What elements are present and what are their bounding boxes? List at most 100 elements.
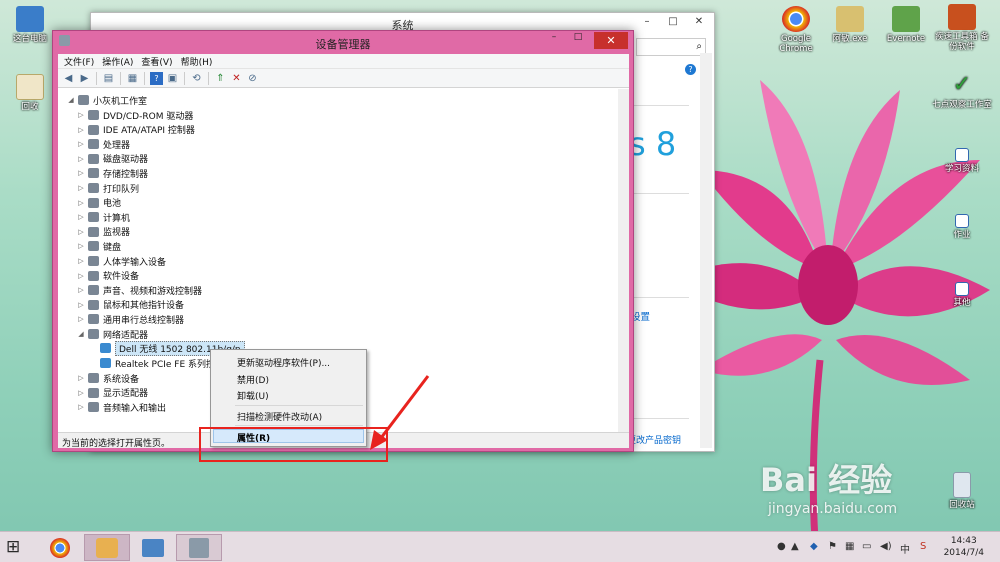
tree-category[interactable]: ▷ 监视器 [76,225,130,239]
qq-icon[interactable]: ● [777,541,786,552]
collapse-arrow-icon[interactable]: ◢ [66,96,76,104]
start-button[interactable]: ⊞ [6,537,20,557]
expand-arrow-icon[interactable]: ▷ [76,184,86,192]
expand-arrow-icon[interactable]: ▷ [76,272,86,280]
expand-arrow-icon[interactable]: ▷ [76,242,86,250]
menu-file[interactable]: 文件(F) [64,55,94,68]
tree-category[interactable]: ▷ 人体学输入设备 [76,254,166,268]
network-adapter-icon [100,343,111,353]
show-hide-tree-icon[interactable]: ▤ [102,72,115,85]
taskbar-chrome[interactable] [37,534,83,561]
search-icon: ⌕ [696,41,702,52]
expand-arrow-icon[interactable]: ▷ [76,213,86,221]
menu-help[interactable]: 帮助(H) [181,55,213,68]
tree-category[interactable]: ▷ 键盘 [76,239,121,253]
battery-icon[interactable]: ▭ [862,541,871,552]
tree-category[interactable]: ▷ 声音、视频和游戏控制器 [76,283,202,297]
taskbar-people[interactable] [84,534,130,561]
help-icon[interactable]: ? [685,64,696,75]
tree-category[interactable]: ▷ 计算机 [76,210,130,224]
expand-arrow-icon[interactable]: ▷ [76,140,86,148]
tree-category[interactable]: ◢ 网络适配器 [76,327,148,341]
security-icon[interactable]: ◆ [810,541,818,552]
maximize-button[interactable]: □ [567,32,589,49]
tree-category[interactable]: ▷ 打印队列 [76,181,139,195]
uninstall-icon[interactable]: ✕ [230,72,243,85]
desktop-icon-toolbox[interactable]: 疾速工具箱 备份软件 [932,4,992,52]
baidu-watermark: Bai 经验 jingyan.baidu.com [760,461,898,517]
menu-item-uninstall[interactable]: 卸载(U) [237,389,269,402]
desktop-icon-other[interactable]: 其他 [932,282,992,308]
tree-category[interactable]: ▷ 系统设备 [76,371,139,385]
expand-arrow-icon[interactable]: ▷ [76,126,86,134]
taskbar-device-manager[interactable] [176,534,222,561]
expand-arrow-icon[interactable]: ▷ [76,315,86,323]
flag-icon[interactable]: ⚑ [828,541,837,552]
desktop-icon-chrome[interactable]: Google Chrome [766,6,826,54]
tree-category[interactable]: ▷ 存储控制器 [76,166,148,180]
scan-hardware-icon[interactable]: ⟲ [190,72,203,85]
disable-icon[interactable]: ⊘ [246,72,259,85]
volume-icon[interactable]: ◀) [880,541,892,552]
expand-arrow-icon[interactable]: ▷ [76,169,86,177]
minimize-button[interactable]: – [634,13,660,31]
tree-category[interactable]: ▷ 通用串行总线控制器 [76,312,184,326]
desktop-icon-app[interactable]: 阿敏.exe [820,6,880,44]
network-icon[interactable]: ▦ [845,541,854,552]
menu-view[interactable]: 查看(V) [141,55,172,68]
expand-arrow-icon[interactable]: ▷ [76,228,86,236]
tree-category[interactable]: ▷ 鼠标和其他指针设备 [76,298,184,312]
expand-arrow-icon[interactable]: ▷ [76,389,86,397]
desktop-icon-recycle-bin[interactable]: 回收站 [932,472,992,510]
close-button[interactable]: ✕ [686,13,712,31]
desktop-icon-computer[interactable]: 这台电脑 [0,6,60,44]
device-category-icon [88,299,99,310]
tree-category[interactable]: ▷ 电池 [76,196,121,210]
input-method-icon[interactable]: S [920,541,926,552]
change-product-key-link[interactable]: 更改产品密钥 [627,433,681,446]
desktop-icon-homework[interactable]: 作业 [932,214,992,240]
tree-category[interactable]: ▷ 处理器 [76,137,130,151]
expand-arrow-icon[interactable]: ▷ [76,301,86,309]
menu-item-disable[interactable]: 禁用(D) [237,373,269,386]
maximize-button[interactable]: □ [660,13,686,31]
minimize-button[interactable]: – [543,32,565,49]
tree-root[interactable]: ◢ 小灰机工作室 [66,93,147,107]
menu-item-scan[interactable]: 扫描检测硬件改动(A) [237,410,322,423]
ime-indicator[interactable]: 中 [900,541,910,556]
system-scrollbar[interactable] [700,53,712,448]
desktop-icon-evernote[interactable]: Evernote [876,6,936,44]
desktop-icon-studio[interactable]: ✓ 七点观察工作室 [932,72,992,110]
expand-arrow-icon[interactable]: ▷ [76,199,86,207]
tree-category[interactable]: ▷ 音频输入和输出 [76,400,166,414]
expand-arrow-icon[interactable]: ▷ [76,155,86,163]
tree-category[interactable]: ▷ 软件设备 [76,269,139,283]
tree-category[interactable]: ▷ 磁盘驱动器 [76,152,148,166]
forward-icon[interactable]: ▶ [78,72,91,85]
collapse-arrow-icon[interactable]: ◢ [76,330,86,338]
action-icon[interactable]: ▣ [166,72,179,85]
tree-category[interactable]: ▷ DVD/CD-ROM 驱动器 [76,108,193,122]
expand-arrow-icon[interactable]: ▷ [76,257,86,265]
update-driver-icon[interactable]: ⇑ [214,72,227,85]
desktop-icon-recycle[interactable]: 回收 [0,74,60,112]
menu-action[interactable]: 操作(A) [102,55,133,68]
tree-category[interactable]: ▷ 显示适配器 [76,386,148,400]
device-category-icon [88,387,99,398]
tree-category[interactable]: ▷ IDE ATA/ATAPI 控制器 [76,123,195,137]
taskbar-remote[interactable] [130,534,176,561]
back-icon[interactable]: ◀ [62,72,75,85]
close-button[interactable]: ✕ [594,32,628,49]
help-icon[interactable]: ? [150,71,163,85]
desktop-icon-study[interactable]: 学习资料 [932,148,992,174]
expand-arrow-icon[interactable]: ▷ [76,286,86,294]
properties-icon[interactable]: ▦ [126,72,139,85]
expand-arrow-icon[interactable]: ▷ [76,403,86,411]
tree-scrollbar[interactable] [618,89,629,432]
search-input[interactable]: ⌕ [636,38,706,56]
show-hidden-icons[interactable]: ▲ [791,541,799,552]
expand-arrow-icon[interactable]: ▷ [76,111,86,119]
expand-arrow-icon[interactable]: ▷ [76,374,86,382]
menu-item-update-driver[interactable]: 更新驱动程序软件(P)... [237,356,330,369]
clock[interactable]: 14:43 2014/7/4 [944,535,984,559]
